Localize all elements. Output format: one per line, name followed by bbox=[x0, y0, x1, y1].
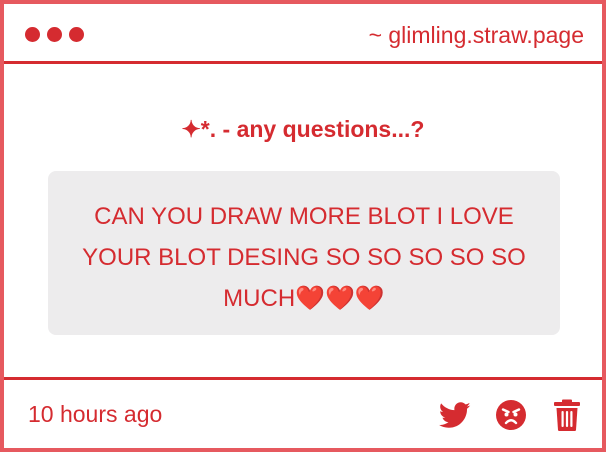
window-dot-1[interactable] bbox=[25, 27, 40, 42]
trash-icon bbox=[554, 399, 580, 431]
title-bar: ~ glimling.straw.page bbox=[4, 4, 602, 64]
question-panel: ✦*. - any questions...? CAN YOU DRAW MOR… bbox=[4, 64, 602, 377]
question-text: CAN YOU DRAW MORE BLOT I LOVE YOUR BLOT … bbox=[82, 203, 526, 312]
footer-bar: 10 hours ago bbox=[4, 377, 602, 448]
delete-button[interactable] bbox=[550, 398, 584, 432]
site-url[interactable]: ~ glimling.straw.page bbox=[369, 22, 584, 49]
app-window: ~ glimling.straw.page ✦*. - any question… bbox=[4, 4, 602, 448]
prompt-heading: ✦*. - any questions...? bbox=[181, 116, 425, 142]
question-card: CAN YOU DRAW MORE BLOT I LOVE YOUR BLOT … bbox=[48, 171, 560, 335]
twitter-icon bbox=[439, 401, 471, 428]
share-twitter-button[interactable] bbox=[438, 398, 472, 432]
react-angry-button[interactable] bbox=[494, 398, 528, 432]
timestamp: 10 hours ago bbox=[28, 401, 163, 427]
window-dot-2[interactable] bbox=[47, 27, 62, 42]
action-group bbox=[416, 398, 584, 432]
window-dot-3[interactable] bbox=[69, 27, 84, 42]
angry-face-icon bbox=[496, 400, 526, 430]
window-controls bbox=[25, 27, 84, 42]
